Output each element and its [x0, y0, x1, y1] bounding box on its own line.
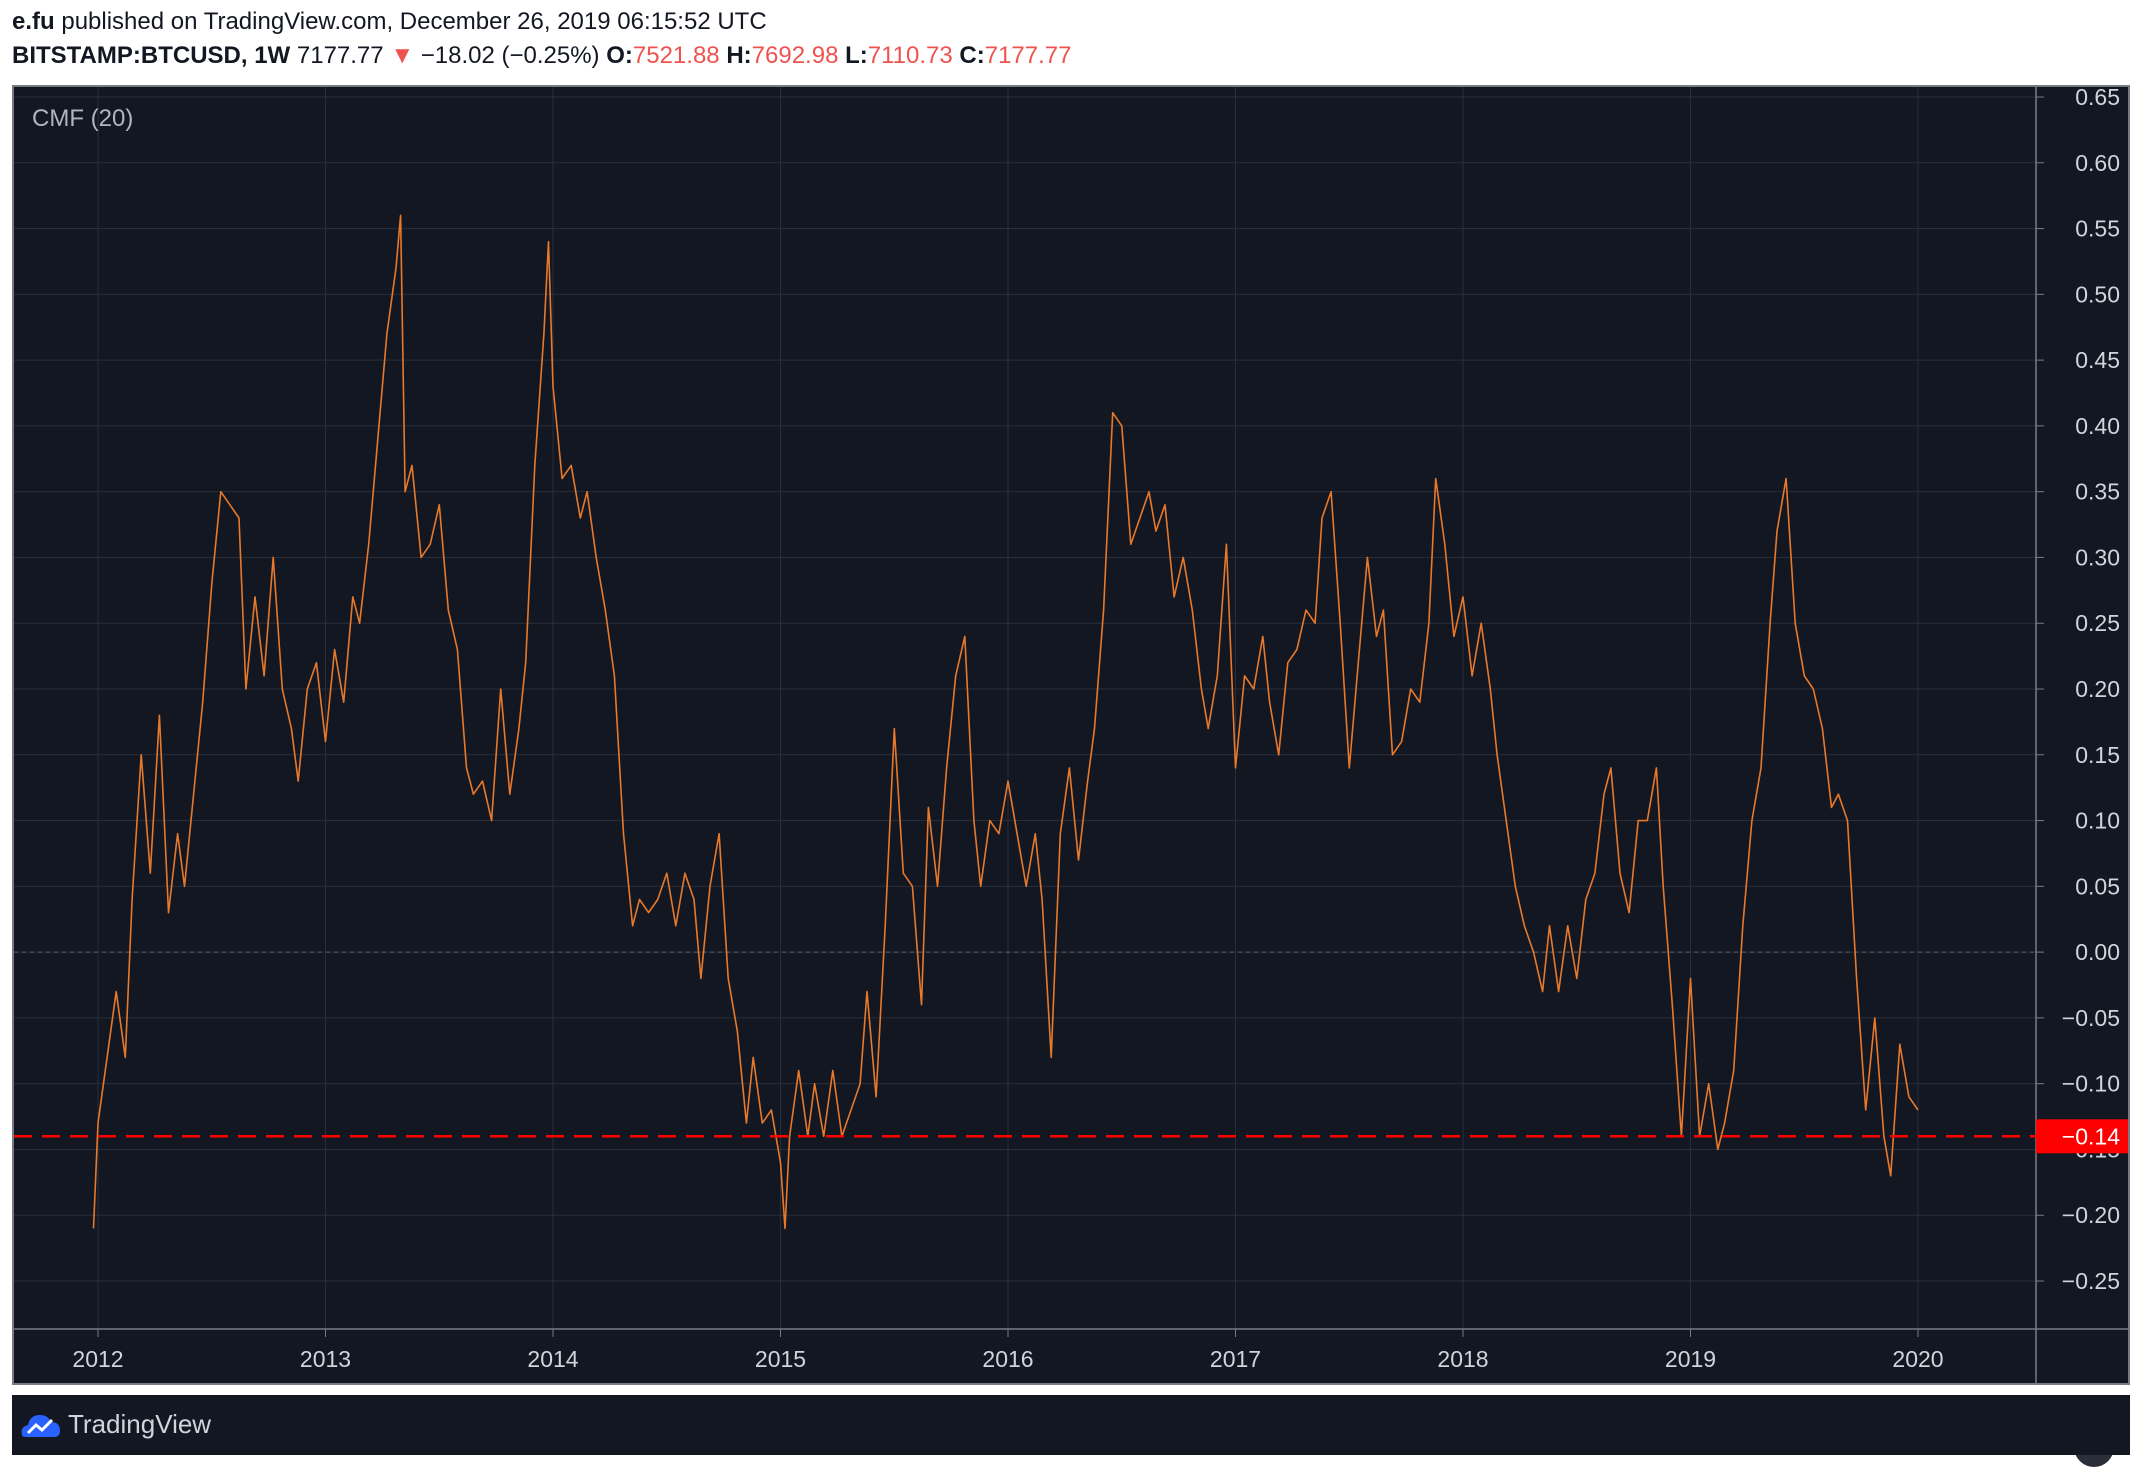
y-tick-label: 0.30 — [2075, 544, 2120, 570]
close-value: 7177.77 — [984, 42, 1072, 69]
y-tick-label: 0.40 — [2075, 413, 2120, 439]
x-tick-label: 2019 — [1665, 1346, 1716, 1372]
y-tick-label: 0.15 — [2075, 742, 2120, 768]
x-tick-label: 2013 — [300, 1346, 351, 1372]
x-tick-label: 2018 — [1437, 1346, 1488, 1372]
x-tick-label: 2016 — [982, 1346, 1033, 1372]
open-label: O: — [606, 42, 633, 69]
y-tick-label: −0.10 — [2062, 1071, 2120, 1097]
x-tick-label: 2020 — [1892, 1346, 1943, 1372]
y-tick-label: 0.60 — [2075, 150, 2120, 176]
y-tick-label: 0.35 — [2075, 479, 2120, 505]
close-label: C: — [959, 42, 985, 69]
y-tick-label: 0.25 — [2075, 610, 2120, 636]
y-tick-label: 0.55 — [2075, 216, 2120, 242]
y-tick-label: −0.20 — [2062, 1202, 2120, 1228]
symbol-label: BITSTAMP:BTCUSD, 1W — [12, 42, 291, 69]
tradingview-brand[interactable]: TradingView — [68, 1409, 211, 1440]
chart-svg[interactable]: 0.65 0.60 0.55 0.50 0.45 0.40 0.35 0.30 0.25 0.20… — [14, 87, 2128, 1383]
y-tick-label: 0.45 — [2075, 347, 2120, 373]
published-info: published on TradingView.com, December 2… — [61, 8, 767, 35]
x-tick-label: 2017 — [1210, 1346, 1261, 1372]
down-arrow-icon: ▼ — [390, 42, 415, 69]
x-tick-label: 2012 — [72, 1346, 123, 1372]
y-tick-label: 0.50 — [2075, 281, 2120, 307]
indicator-label[interactable]: CMF (20) — [32, 105, 133, 133]
y-tick-label: 0.00 — [2075, 939, 2120, 965]
high-label: H: — [726, 42, 752, 69]
x-tick-label: 2014 — [527, 1346, 578, 1372]
x-tick-label: 2015 — [755, 1346, 806, 1372]
y-tick-label: 0.05 — [2075, 873, 2120, 899]
low-value: 7110.73 — [867, 42, 953, 69]
high-value: 7692.98 — [751, 42, 839, 69]
publisher-name[interactable]: e.fu — [12, 8, 55, 35]
tradingview-logo-icon[interactable] — [18, 1407, 64, 1441]
low-label: L: — [845, 42, 868, 69]
footer-bar: TradingView — [12, 1395, 2130, 1455]
open-value: 7521.88 — [632, 42, 720, 69]
y-tick-label: −0.05 — [2062, 1005, 2120, 1031]
price-change: −18.02 (−0.25%) — [420, 42, 600, 69]
publisher-line: e.fu published on TradingView.com, Decem… — [12, 8, 767, 36]
y-tick-label: −0.25 — [2062, 1268, 2120, 1294]
last-price: 7177.77 — [296, 42, 384, 69]
cmf-series-line — [92, 214, 1919, 1230]
y-tick-label: 0.10 — [2075, 808, 2120, 834]
y-tick-label: 0.20 — [2075, 676, 2120, 702]
symbol-line: BITSTAMP:BTCUSD, 1W 7177.77 ▼ −18.02 (−0… — [12, 42, 1072, 70]
y-tick-label: 0.65 — [2075, 87, 2120, 110]
chart-pane[interactable]: 0.65 0.60 0.55 0.50 0.45 0.40 0.35 0.30 0.25 0.20… — [12, 85, 2130, 1467]
threshold-label: −0.14 — [2062, 1123, 2120, 1149]
